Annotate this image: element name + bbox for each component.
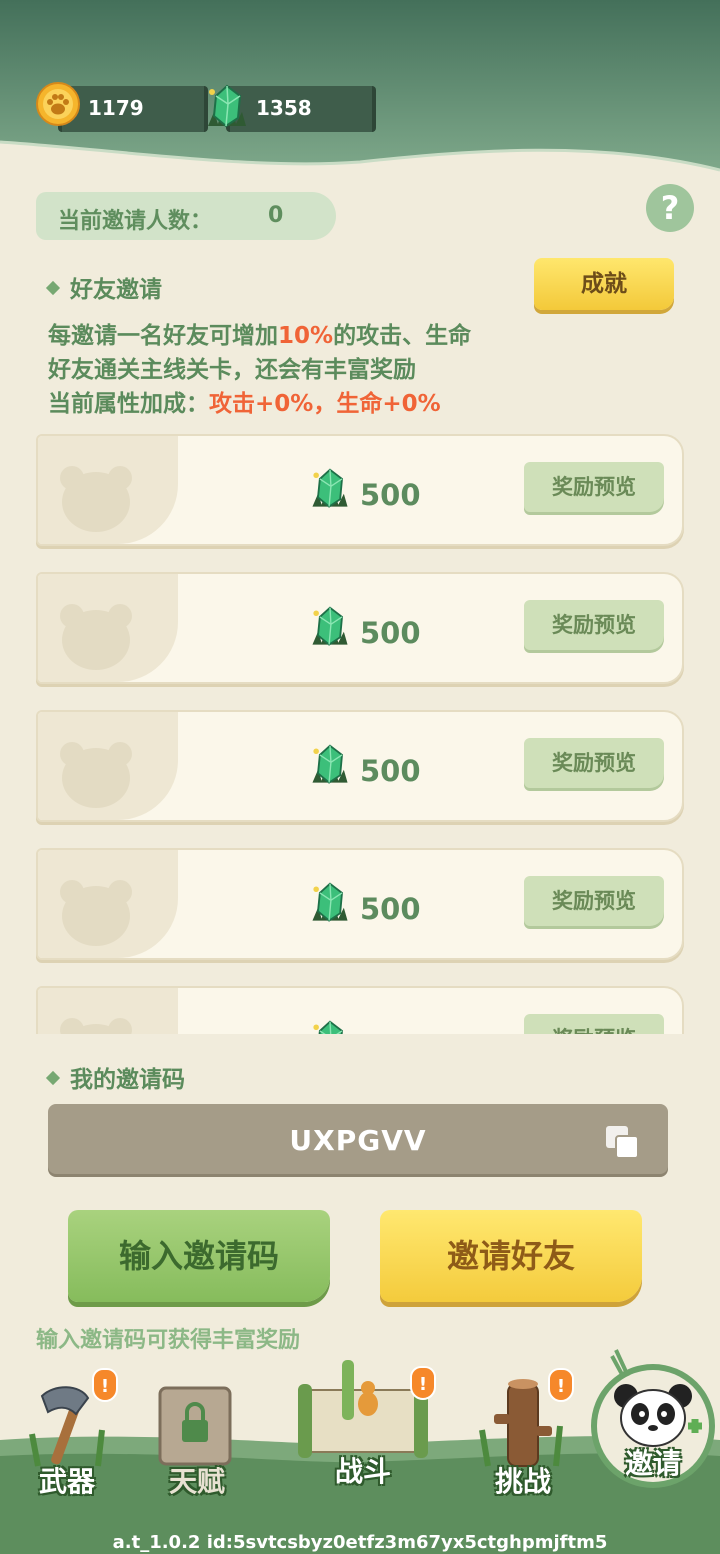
- jade-gem-icon: [312, 744, 348, 784]
- header-bar: 1179 1358: [0, 0, 720, 175]
- invite-desc-line1-prefix: 每邀请一名好友可增加: [48, 323, 278, 349]
- nav-label-challenge: 挑战: [494, 1465, 551, 1498]
- jade-gem-icon: [312, 468, 348, 508]
- reward-card: 500 奖励预览: [36, 710, 684, 822]
- invite-desc-line1: 每邀请一名好友可增加10%的攻击、生命: [48, 316, 471, 350]
- invite-desc-line1-suffix: 的攻击、生命: [333, 323, 472, 349]
- nav-label-invite: 邀请: [624, 1447, 681, 1480]
- empty-bear-silhouette-icon: [60, 1018, 132, 1034]
- coin-value: 1179: [88, 96, 144, 120]
- nav-item-battle[interactable]: ! 战斗: [298, 1360, 436, 1490]
- my-code-title-text: 我的邀请码: [70, 1067, 185, 1093]
- current-bonus-label: 当前属性加成：: [48, 391, 209, 417]
- invite-friend-button[interactable]: 邀请好友: [380, 1210, 642, 1302]
- jade-gem-icon: [312, 606, 348, 646]
- reward-amount: 500: [360, 892, 421, 926]
- achievement-button[interactable]: 成就: [534, 258, 674, 310]
- invite-bonus-percent: 10%: [278, 323, 334, 349]
- invite-code-value: UXPGVV: [289, 1124, 427, 1157]
- nav-label-talent: 天赋: [168, 1465, 225, 1498]
- invite-desc-line3: 当前属性加成：攻击+0%，生命+0%: [48, 384, 441, 418]
- nav-item-invite[interactable]: 邀请: [588, 1336, 718, 1496]
- jade-gem-icon: [313, 1020, 343, 1034]
- reward-preview-button[interactable]: 奖励预览: [524, 876, 664, 926]
- invite-code-box: UXPGVV: [48, 1104, 668, 1174]
- diamond-bullet-icon: [45, 280, 61, 295]
- reward-amount: 500: [360, 754, 421, 788]
- version-text: a.t_1.0.2 id:5svtcsbyz0etfz3m67yx5ctghpm…: [112, 1532, 608, 1553]
- reward-preview-button[interactable]: 奖励预览: [524, 738, 664, 788]
- reward-amount: 500: [360, 1030, 421, 1034]
- nav-item-talent[interactable]: 天赋: [132, 1370, 262, 1500]
- reward-list[interactable]: 500 奖励预览 500 奖励预览 500 奖励预览 500 奖励预览: [36, 434, 686, 1034]
- reward-preview-button[interactable]: 奖励预览: [524, 462, 664, 512]
- invite-desc-line2: 好友通关主线关卡，还会有丰富奖励: [48, 357, 416, 383]
- battle-alert-badge: !: [410, 1366, 436, 1400]
- gem-value: 1358: [256, 96, 312, 120]
- empty-bear-silhouette-icon: [60, 742, 132, 808]
- weapon-alert-badge: !: [92, 1368, 118, 1402]
- enter-code-button[interactable]: 输入邀请码: [68, 1210, 330, 1302]
- reward-card: 500 奖励预览: [36, 848, 684, 960]
- reward-preview-button[interactable]: 奖励预览: [524, 600, 664, 650]
- my-code-title: 我的邀请码: [45, 1060, 185, 1094]
- copy-icon[interactable]: [604, 1124, 640, 1160]
- nav-item-weapon[interactable]: ! 武器: [2, 1368, 132, 1500]
- diamond-bullet-icon: [45, 1070, 61, 1085]
- bottom-nav: ! 武器 天赋 ! 战斗 ! 挑战 邀请: [0, 1349, 720, 1554]
- empty-bear-silhouette-icon: [60, 466, 132, 532]
- jade-gem-icon: [208, 84, 246, 128]
- invite-count-panel: 当前邀请人数： 0: [36, 192, 336, 240]
- friend-invite-title: 好友邀请: [45, 270, 162, 304]
- reward-amount: 500: [360, 478, 421, 512]
- invite-count-label: 当前邀请人数：: [58, 209, 213, 234]
- reward-card: 500 奖励预览: [36, 572, 684, 684]
- invite-count-value: 0: [268, 203, 284, 228]
- enter-code-hint: 输入邀请码可获得丰富奖励: [36, 1328, 301, 1353]
- invite-screen: 1179 1358 当前邀请人数： 0 ? 好友邀请 成就 每邀请一名好友可增加…: [0, 0, 720, 1554]
- reward-amount: 500: [360, 616, 421, 650]
- challenge-alert-badge: !: [548, 1368, 574, 1402]
- nav-label-weapon: 武器: [38, 1465, 95, 1498]
- current-bonus-value: 攻击+0%，生命+0%: [209, 391, 441, 417]
- empty-bear-silhouette-icon: [60, 604, 132, 670]
- nav-item-challenge[interactable]: ! 挑战: [458, 1368, 588, 1500]
- locked-book-icon: [158, 1386, 232, 1466]
- reward-card: 500 奖励预览: [36, 986, 684, 1034]
- nav-label-battle: 战斗: [334, 1455, 391, 1488]
- friend-invite-title-text: 好友邀请: [70, 277, 162, 303]
- reward-preview-button[interactable]: 奖励预览: [524, 1014, 664, 1034]
- jade-gem-icon: [312, 882, 348, 922]
- paw-coin-icon: [36, 82, 80, 126]
- empty-bear-silhouette-icon: [60, 880, 132, 946]
- help-button[interactable]: ?: [646, 184, 694, 232]
- reward-card: 500 奖励预览: [36, 434, 684, 546]
